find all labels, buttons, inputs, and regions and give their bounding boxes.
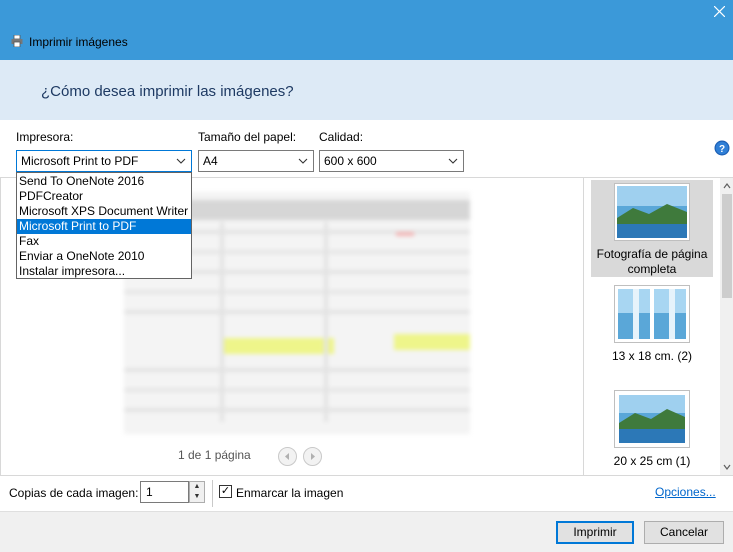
frame-label: Enmarcar la imagen [236, 486, 344, 500]
printer-option[interactable]: PDFCreator [17, 189, 191, 204]
close-icon [713, 5, 726, 18]
printer-option[interactable]: Send To OneNote 2016 [17, 174, 191, 189]
quality-label: Calidad: [319, 130, 364, 144]
layout-option-20x25[interactable]: 20 x 25 cm (1) [591, 390, 713, 470]
chevron-down-icon [448, 158, 458, 164]
paper-size-value: A4 [203, 154, 218, 168]
printer-option[interactable]: Instalar impresora... [17, 264, 191, 279]
scrollbar-thumb[interactable] [722, 194, 732, 298]
dialog-header: ¿Cómo desea imprimir las imágenes? [0, 60, 733, 120]
frame-checkbox[interactable]: ✓ [219, 485, 232, 498]
layout-scrollbar[interactable] [720, 178, 733, 475]
printer-dropdown-list[interactable]: Send To OneNote 2016 PDFCreator Microsof… [16, 172, 192, 279]
help-icon[interactable]: ? [714, 140, 730, 156]
printer-option-selected[interactable]: Microsoft Print to PDF [17, 219, 191, 234]
divider [0, 475, 733, 476]
print-button[interactable]: Imprimir [556, 521, 634, 544]
svg-text:?: ? [719, 144, 725, 155]
printer-option[interactable]: Microsoft XPS Document Writer [17, 204, 191, 219]
dialog-footer: Imprimir Cancelar [0, 511, 733, 552]
landscape-photo-icon [617, 186, 687, 238]
two-photos-icon [618, 289, 686, 339]
next-page-button[interactable] [303, 447, 322, 466]
printer-label: Impresora: [16, 130, 74, 144]
copies-input[interactable]: 1 [140, 481, 189, 503]
chevron-down-icon [298, 158, 308, 164]
layout-label: 20 x 25 cm (1) [613, 454, 691, 468]
layout-option-full-page[interactable]: Fotografía de página completa [591, 180, 713, 277]
copies-stepper[interactable]: ▲ ▼ [189, 481, 205, 503]
copies-label: Copias de cada imagen: [9, 486, 139, 500]
printer-select[interactable]: Microsoft Print to PDF [16, 150, 192, 172]
window-title: Imprimir imágenes [29, 35, 128, 49]
layout-list[interactable]: Fotografía de página completa 13 x 18 cm… [583, 178, 733, 475]
layout-thumbnail [614, 285, 690, 343]
chevron-down-icon [176, 158, 186, 164]
paper-size-select[interactable]: A4 [198, 150, 314, 172]
quality-value: 600 x 600 [324, 154, 377, 168]
printer-icon [11, 35, 23, 47]
increment-button[interactable]: ▲ [190, 482, 204, 492]
layout-label: 13 x 18 cm. (2) [611, 349, 693, 363]
cancel-button[interactable]: Cancelar [644, 521, 724, 544]
close-button[interactable] [706, 0, 733, 24]
landscape-photo-icon [619, 395, 685, 443]
divider [0, 178, 1, 475]
chevron-left-icon [285, 453, 289, 460]
scroll-down-icon[interactable] [720, 460, 733, 474]
printer-option[interactable]: Enviar a OneNote 2010 [17, 249, 191, 264]
layout-thumbnail [614, 390, 690, 448]
layout-thumbnail [614, 183, 690, 241]
copies-value: 1 [146, 485, 153, 499]
printer-select-value: Microsoft Print to PDF [21, 154, 139, 168]
layout-option-13x18[interactable]: 13 x 18 cm. (2) [591, 285, 713, 365]
dialog-heading: ¿Cómo desea imprimir las imágenes? [41, 83, 294, 100]
options-link[interactable]: Opciones... [655, 485, 716, 499]
paper-size-label: Tamaño del papel: [198, 130, 297, 144]
page-counter: 1 de 1 página [178, 448, 251, 462]
layout-label: Fotografía de página completa [596, 247, 708, 276]
chevron-right-icon [311, 453, 315, 460]
previous-page-button[interactable] [278, 447, 297, 466]
decrement-button[interactable]: ▼ [190, 492, 204, 502]
divider [212, 480, 213, 507]
scroll-up-icon[interactable] [720, 179, 733, 193]
title-bar: Imprimir imágenes [0, 0, 733, 60]
printer-option[interactable]: Fax [17, 234, 191, 249]
quality-select[interactable]: 600 x 600 [319, 150, 464, 172]
